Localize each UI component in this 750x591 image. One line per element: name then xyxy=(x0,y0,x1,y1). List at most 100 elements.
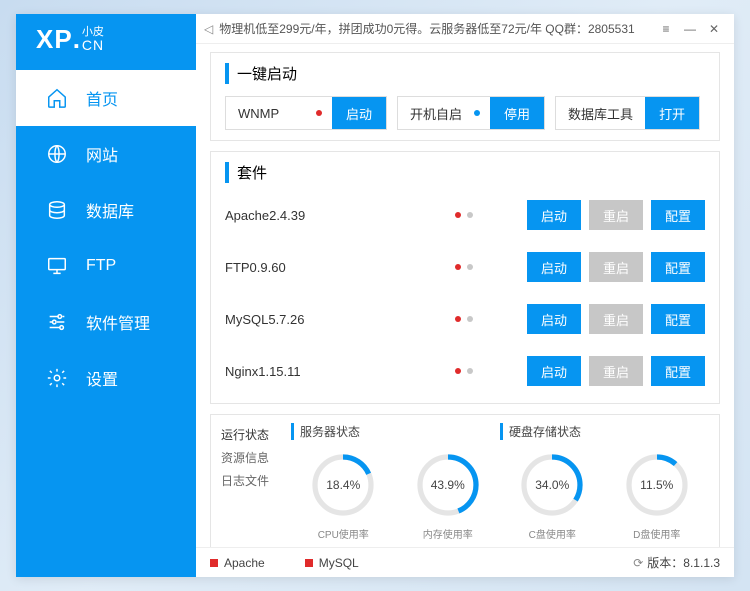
status-dot xyxy=(467,316,473,322)
restart-button[interactable]: 重启 xyxy=(589,356,643,386)
nav-settings[interactable]: 设置 xyxy=(16,350,196,406)
config-button[interactable]: 配置 xyxy=(651,304,705,334)
server-status-col: 服务器状态 18.4% CPU使用率 43.9% 内存使用率 xyxy=(291,423,500,541)
nav-label: 网站 xyxy=(86,142,118,166)
quick-autostart: 开机自启 停用 xyxy=(397,96,545,130)
announce-icon: ◁ xyxy=(204,22,213,36)
status-panel: 运行状态 资源信息 日志文件 服务器状态 18.4% CPU使用率 xyxy=(210,414,720,547)
minimize-button[interactable]: — xyxy=(678,22,702,36)
gauge-label: 内存使用率 xyxy=(423,526,473,541)
quick-wnmp-button[interactable]: 启动 xyxy=(332,97,386,129)
refresh-icon[interactable]: ⟳ xyxy=(633,556,643,570)
gauge-label: CPU使用率 xyxy=(318,526,369,541)
status-dot xyxy=(455,212,461,218)
status-dot xyxy=(455,264,461,270)
sidebar: XP . 小皮 CN 首页 网站 xyxy=(16,14,196,577)
announce-text: 物理机低至299元/年，拼团成功0元得。云服务器低至72元/年 QQ群：2805… xyxy=(219,20,634,37)
logo: XP . 小皮 CN xyxy=(16,14,196,64)
status-tab-res[interactable]: 资源信息 xyxy=(221,446,291,469)
quick-wnmp: WNMP 启动 xyxy=(225,96,387,130)
status-tab-log[interactable]: 日志文件 xyxy=(221,469,291,492)
content: 一键启动 WNMP 启动 开机自启 停用 数据库工具 打开 xyxy=(196,44,734,547)
quick-dbtool: 数据库工具 打开 xyxy=(555,96,700,130)
nav-label: 首页 xyxy=(86,86,118,110)
server-status-head: 服务器状态 xyxy=(291,423,500,440)
app-window: XP . 小皮 CN 首页 网站 xyxy=(16,14,734,577)
nav-database[interactable]: 数据库 xyxy=(16,182,196,238)
start-button[interactable]: 启动 xyxy=(527,200,581,230)
gauge-c: 34.0% C盘使用率 xyxy=(500,450,605,541)
titlebar: ◁ 物理机低至299元/年，拼团成功0元得。云服务器低至72元/年 QQ群：28… xyxy=(196,14,734,44)
restart-button[interactable]: 重启 xyxy=(589,252,643,282)
kit-name: Nginx1.15.11 xyxy=(225,364,425,379)
version: ⟳版本：8.1.1.3 xyxy=(633,554,720,571)
gauge-cpu: 18.4% CPU使用率 xyxy=(291,450,396,541)
quick-launch-panel: 一键启动 WNMP 启动 开机自启 停用 数据库工具 打开 xyxy=(210,52,720,141)
status-dot xyxy=(316,110,322,116)
disk-status-head: 硬盘存储状态 xyxy=(500,423,709,440)
footer: Apache MySQL ⟳版本：8.1.1.3 xyxy=(196,547,734,577)
gauge-label: D盘使用率 xyxy=(633,526,680,541)
quick-wnmp-label[interactable]: WNMP xyxy=(226,97,316,129)
start-button[interactable]: 启动 xyxy=(527,304,581,334)
restart-button[interactable]: 重启 xyxy=(589,200,643,230)
gauge-mem: 43.9% 内存使用率 xyxy=(396,450,501,541)
logo-cn: CN xyxy=(82,38,104,52)
nav-ftp[interactable]: FTP xyxy=(16,238,196,294)
gear-icon xyxy=(46,367,68,389)
status-tabs: 运行状态 资源信息 日志文件 xyxy=(221,423,291,541)
status-dot xyxy=(467,264,473,270)
quick-autostart-button[interactable]: 停用 xyxy=(490,97,544,129)
globe-icon xyxy=(46,143,68,165)
status-dot xyxy=(474,110,480,116)
main: ◁ 物理机低至299元/年，拼团成功0元得。云服务器低至72元/年 QQ群：28… xyxy=(196,14,734,577)
kits-panel: 套件 Apache2.4.39 启动 重启 配置 FTP0.9.60 启动 xyxy=(210,151,720,404)
menu-button[interactable]: ≡ xyxy=(654,22,678,36)
logo-xp: XP xyxy=(36,24,73,55)
database-icon xyxy=(46,199,68,221)
nav-label: FTP xyxy=(86,257,116,275)
sliders-icon xyxy=(46,311,68,333)
kit-name: MySQL5.7.26 xyxy=(225,312,425,327)
kit-row-mysql: MySQL5.7.26 启动 重启 配置 xyxy=(225,299,705,339)
footer-item-apache: Apache xyxy=(210,556,265,570)
status-dot xyxy=(455,316,461,322)
nav-sites[interactable]: 网站 xyxy=(16,126,196,182)
status-dot xyxy=(467,368,473,374)
quick-launch-title: 一键启动 xyxy=(225,63,705,84)
nav-label: 数据库 xyxy=(86,198,134,222)
config-button[interactable]: 配置 xyxy=(651,200,705,230)
nav-home[interactable]: 首页 xyxy=(16,70,196,126)
kits-title: 套件 xyxy=(225,162,705,183)
nav-label: 设置 xyxy=(86,366,118,390)
nav-label: 软件管理 xyxy=(86,310,150,334)
gauge-d: 11.5% D盘使用率 xyxy=(605,450,710,541)
status-tab-run[interactable]: 运行状态 xyxy=(221,423,291,446)
start-button[interactable]: 启动 xyxy=(527,356,581,386)
status-dot xyxy=(467,212,473,218)
quick-dbtool-button[interactable]: 打开 xyxy=(645,97,699,129)
kit-row-nginx: Nginx1.15.11 启动 重启 配置 xyxy=(225,351,705,391)
config-button[interactable]: 配置 xyxy=(651,252,705,282)
start-button[interactable]: 启动 xyxy=(527,252,581,282)
footer-item-mysql: MySQL xyxy=(305,556,359,570)
logo-small: 小皮 xyxy=(82,27,104,38)
kit-row-apache: Apache2.4.39 启动 重启 配置 xyxy=(225,195,705,235)
quick-autostart-label[interactable]: 开机自启 xyxy=(398,97,474,129)
logo-dot: . xyxy=(73,24,80,55)
home-icon xyxy=(46,87,68,109)
kit-name: Apache2.4.39 xyxy=(225,208,425,223)
config-button[interactable]: 配置 xyxy=(651,356,705,386)
kit-name: FTP0.9.60 xyxy=(225,260,425,275)
disk-status-col: 硬盘存储状态 34.0% C盘使用率 11.5% D盘使用率 xyxy=(500,423,709,541)
close-button[interactable]: ✕ xyxy=(702,22,726,36)
nav-software[interactable]: 软件管理 xyxy=(16,294,196,350)
quick-dbtool-label[interactable]: 数据库工具 xyxy=(556,97,645,129)
kit-row-ftp: FTP0.9.60 启动 重启 配置 xyxy=(225,247,705,287)
gauge-label: C盘使用率 xyxy=(529,526,576,541)
status-dot xyxy=(455,368,461,374)
status-square-icon xyxy=(210,559,218,567)
nav: 首页 网站 数据库 FTP xyxy=(16,64,196,406)
restart-button[interactable]: 重启 xyxy=(589,304,643,334)
status-square-icon xyxy=(305,559,313,567)
